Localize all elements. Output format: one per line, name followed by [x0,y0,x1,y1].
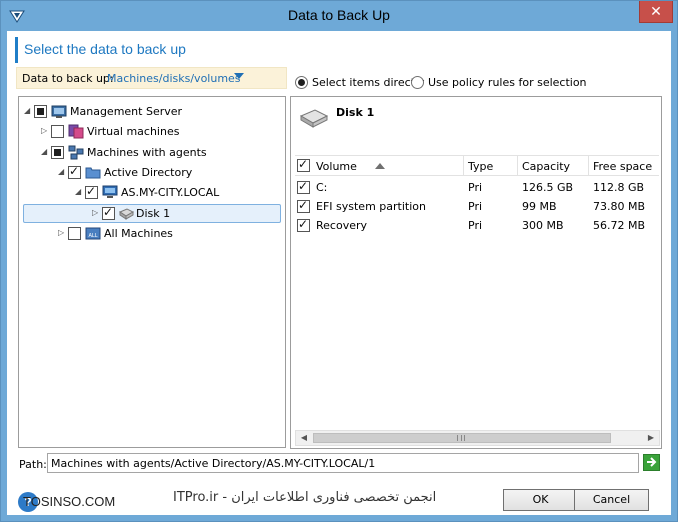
table-row[interactable]: EFI system partition Pri 99 MB 73.80 MB [295,197,659,216]
radio-select-directly-label[interactable]: Select items directly [312,76,425,89]
column-header-label: Volume [316,160,357,173]
computer-icon [102,185,118,198]
cell-type: Pri [468,200,483,213]
expand-icon[interactable]: ◢ [41,147,49,157]
tree-item-label: Virtual machines [87,125,180,138]
path-label: Path: [19,458,47,471]
volumes-table-header: Volume Type Capacity Free space [295,155,659,176]
scope-label: Data to back up: [22,72,114,85]
dialog-window: Data to Back Up ✕ Select the data to bac… [0,0,678,522]
ok-button[interactable]: OK [503,489,578,511]
radio-select-directly[interactable] [295,76,308,89]
tree-item-disk-1[interactable]: ▷ Disk 1 [23,204,281,223]
close-button[interactable]: ✕ [639,1,673,23]
column-header-volume[interactable]: Volume [312,156,464,176]
cell-volume: C: [316,181,328,194]
scroll-left-icon[interactable]: ◀ [296,431,312,445]
title-bar[interactable]: Data to Back Up ✕ [1,1,677,31]
cell-volume: EFI system partition [316,200,426,213]
cell-capacity: 300 MB [522,219,564,232]
column-header-type[interactable]: Type [464,156,518,176]
cancel-button[interactable]: Cancel [574,489,649,511]
tree-item-machines-with-agents[interactable]: ◢ Machines with agents [21,144,283,162]
watermark-itpro: انجمن تخصصی فناوری اطلاعات ایران - ITPro… [173,490,437,505]
tree-checkbox[interactable] [68,164,81,179]
collapse-arrow-icon[interactable]: ▷ [92,208,100,218]
path-input[interactable]: Machines with agents/Active Directory/AS… [47,453,639,473]
tree-item-label: Active Directory [104,166,193,179]
scroll-right-icon[interactable]: ▶ [643,431,659,445]
row-checkbox[interactable] [297,179,310,194]
folder-icon [85,167,101,179]
cell-free-space: 112.8 GB [593,181,645,194]
radio-policy-rules-label[interactable]: Use policy rules for selection [428,76,587,89]
sort-ascending-icon [375,163,385,169]
data-scope-selector[interactable]: Data to back up: Machines/disks/volumes [16,67,287,89]
machines-with-agents-icon [68,145,84,160]
cell-type: Pri [468,181,483,194]
select-all-checkbox[interactable] [297,157,310,172]
table-row[interactable]: Recovery Pri 300 MB 56.72 MB [295,216,659,235]
window-title: Data to Back Up [288,7,390,23]
column-header-free-space[interactable]: Free space [589,156,659,176]
tree-item-virtual-machines[interactable]: ▷ Virtual machines [21,123,283,141]
row-checkbox[interactable] [297,217,310,232]
disk-volumes-panel: Disk 1 Volume Type Capacity Free space C… [290,96,662,449]
management-server-icon [51,105,67,118]
cell-type: Pri [468,219,483,232]
horizontal-scrollbar[interactable]: ◀ ▶ [295,430,660,446]
tree-item-all-machines[interactable]: ▷ ALL All Machines [21,225,283,243]
row-checkbox[interactable] [297,198,310,213]
radio-policy-rules[interactable] [411,76,424,89]
tree-checkbox[interactable] [102,205,115,220]
tree-checkbox[interactable] [51,125,64,138]
cell-capacity: 99 MB [522,200,557,213]
collapse-arrow-icon[interactable]: ▷ [58,228,66,238]
table-row[interactable]: C: Pri 126.5 GB 112.8 GB [295,178,659,197]
expand-icon[interactable]: ◢ [75,187,83,197]
chevron-down-icon[interactable] [234,73,244,79]
disk-icon [118,208,134,220]
tree-item-label: AS.MY-CITY.LOCAL [121,186,220,199]
header-accent-bar [15,37,18,63]
all-machines-icon: ALL [85,227,101,240]
grip-icon [457,435,465,441]
expand-icon[interactable]: ◢ [58,167,66,177]
cell-free-space: 56.72 MB [593,219,646,232]
watermark-tosinso: TOSINSO.COM [23,494,116,509]
expand-icon[interactable]: ◢ [24,106,32,116]
tree-checkbox[interactable] [51,146,64,159]
svg-text:ALL: ALL [89,233,98,239]
tree-item-management-server[interactable]: ◢ Management Server [21,103,283,121]
tree-item-label: Management Server [70,105,183,118]
go-arrow-button[interactable] [643,454,660,471]
cell-free-space: 73.80 MB [593,200,646,213]
tree-item-as-my-city-local[interactable]: ◢ AS.MY-CITY.LOCAL [21,184,283,202]
scope-dropdown[interactable]: Machines/disks/volumes [107,72,241,85]
cell-capacity: 126.5 GB [522,181,574,194]
dialog-body: Select the data to back up Data to back … [7,31,671,515]
virtual-machines-icon [68,124,84,139]
tree-item-label: All Machines [104,227,173,240]
disk-title: Disk 1 [336,106,375,119]
page-title: Select the data to back up [24,41,186,57]
tree-checkbox[interactable] [34,105,47,118]
tree-item-label: Disk 1 [136,207,171,220]
machine-tree-panel[interactable]: ◢ Management Server ▷ Virtual machines ◢… [18,96,286,448]
disk-icon [299,109,329,128]
tree-item-label: Machines with agents [87,146,207,159]
arrow-right-icon [647,457,657,467]
cell-volume: Recovery [316,219,368,232]
column-header-capacity[interactable]: Capacity [518,156,589,176]
tree-checkbox[interactable] [85,184,98,199]
scrollbar-thumb[interactable] [313,433,611,443]
collapse-arrow-icon[interactable]: ▷ [41,126,49,136]
tree-item-active-directory[interactable]: ◢ Active Directory [21,164,283,182]
tree-checkbox[interactable] [68,227,81,240]
